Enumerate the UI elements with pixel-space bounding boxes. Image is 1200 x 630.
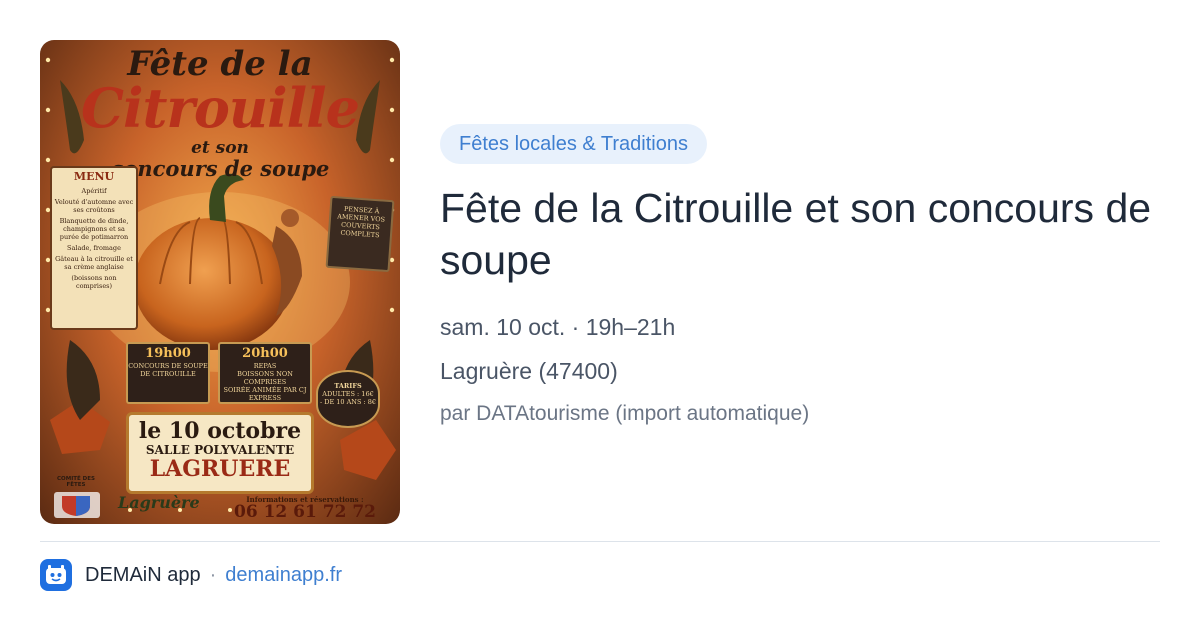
poster-town: LAGRUERE	[149, 456, 291, 482]
poster-title-line2: Citrouille	[80, 76, 360, 140]
app-website-link[interactable]: demainapp.fr	[225, 564, 342, 587]
footer-separator: ·	[209, 563, 217, 586]
poster-meal-note: BOISSONS NON COMPRISES	[237, 370, 293, 386]
event-source: par DATAtourisme (import automatique)	[440, 402, 810, 425]
poster-meal-time: 20h00	[242, 346, 288, 361]
poster-menu-board: MENU Apéritif Velouté d'automne avec ses…	[50, 166, 138, 330]
poster-venue: SALLE POLYVALENTE	[145, 443, 295, 457]
poster-contest-time: 19h00	[145, 346, 191, 361]
event-poster-image[interactable]: Fête de la Citrouille et son concours de…	[40, 40, 400, 524]
poster-contest-text: CONCOURS DE SOUPE DE CITROUILLE	[128, 362, 208, 378]
event-title: Fête de la Citrouille et son concours de…	[440, 185, 1152, 283]
poster-cutlery-sign: PENSEZ À AMENER VOS COUVERTS COMPLETS	[325, 195, 395, 273]
poster-date-banner: le 10 octobre SALLE POLYVALENTE LAGRUERE	[126, 412, 314, 494]
poster-menu-item: Velouté d'automne avec ses croûtons	[54, 198, 134, 214]
poster-tarifs-heading: TARIFS	[334, 382, 362, 390]
poster-menu-item: (boissons non comprises)	[71, 274, 117, 290]
poster-menu-item: Blanquette de dinde, champignons et sa p…	[59, 217, 129, 241]
poster-title-line3: et son	[191, 138, 249, 158]
poster-menu-item: Apéritif	[81, 187, 107, 195]
poster-committee-label: COMITÉ DES FÊTES	[57, 476, 95, 488]
poster-tarifs-kids: - DE 10 ANS : 8€	[319, 398, 377, 406]
poster-tarifs-board: TARIFS ADULTES : 16€ - DE 10 ANS : 8€	[316, 370, 380, 428]
event-datetime: sam. 10 oct. · 19h–21h	[440, 314, 676, 340]
poster-menu-heading: MENU	[73, 170, 115, 183]
poster-date: le 10 octobre	[138, 418, 302, 444]
poster-meal-board: 20h00 REPAS BOISSONS NON COMPRISES SOIRÉ…	[218, 342, 312, 404]
footer: DEMAiN app · demainapp.fr	[40, 559, 342, 591]
poster-meal-text: SOIRÉE ANIMÉE PAR CJ EXPRESS	[223, 386, 307, 402]
poster-menu-item: Gâteau à la citrouille et sa crème angla…	[55, 255, 133, 271]
poster-menu-item: Salade, fromage	[67, 244, 121, 252]
app-name: DEMAiN app	[85, 563, 201, 586]
poster-contest-board: 19h00 CONCOURS DE SOUPE DE CITROUILLE	[126, 342, 210, 404]
poster-tarifs-adults: ADULTES : 16€	[322, 390, 374, 398]
poster-meal-title: REPAS	[253, 362, 277, 370]
poster-phone: 06 12 61 72 72	[234, 502, 376, 522]
footer-divider	[40, 541, 1160, 542]
demain-app-icon	[40, 559, 72, 591]
category-chip[interactable]: Fêtes locales & Traditions	[440, 124, 707, 164]
event-location: Lagruère (47400)	[440, 358, 618, 384]
poster-signature: Lagruère	[118, 493, 200, 512]
